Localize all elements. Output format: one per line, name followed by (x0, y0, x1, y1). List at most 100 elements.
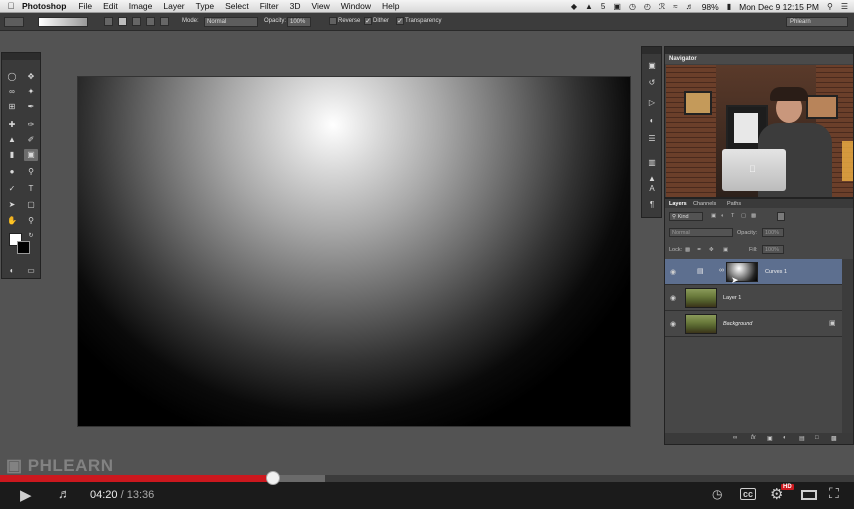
lasso-tool-icon[interactable]: ∞ (5, 86, 19, 98)
spotlight-icon[interactable]: ⚲ (827, 2, 833, 11)
tool-preset-picker[interactable] (4, 17, 24, 27)
navigator-panel-header[interactable] (665, 47, 853, 54)
actions-panel-icon[interactable]: ▷ (646, 97, 658, 109)
linear-gradient-button[interactable] (104, 17, 113, 26)
link-layers-icon[interactable]: ∞ (733, 435, 737, 441)
brush-panel-icon[interactable]: ▥ (646, 157, 658, 169)
layer-row-background[interactable]: ◉ Background ▣ (665, 311, 842, 337)
layer-name[interactable]: Layer 1 (723, 295, 741, 301)
diamond-gradient-button[interactable] (160, 17, 169, 26)
properties-panel-icon[interactable]: ☰ (646, 133, 658, 145)
wifi-icon[interactable]: ≈ (673, 2, 677, 11)
gradient-tool-icon[interactable]: ▣ (24, 149, 38, 161)
document-canvas[interactable] (77, 76, 631, 427)
hand-tool-icon[interactable]: ✋ (5, 215, 19, 227)
strip-header[interactable] (642, 47, 661, 54)
angle-gradient-button[interactable] (132, 17, 141, 26)
background-color-swatch[interactable] (17, 241, 30, 254)
layer-style-icon[interactable]: fx (751, 435, 756, 441)
blend-mode-select[interactable]: Normal (669, 228, 733, 237)
new-layer-icon[interactable]: □ (815, 435, 819, 441)
dropbox-icon[interactable]: ◆ (571, 2, 577, 11)
quick-mask-icon[interactable]: ◐ (5, 265, 19, 277)
tab-layers[interactable]: Layers (669, 201, 687, 207)
visibility-eye-icon[interactable]: ◉ (670, 268, 676, 276)
filter-kind-select[interactable]: ⚲ Kind (669, 212, 703, 221)
filter-shape-icon[interactable]: ▢ (741, 213, 746, 219)
reflected-gradient-button[interactable] (146, 17, 155, 26)
eraser-tool-icon[interactable]: ▮ (5, 149, 19, 161)
crop-tool-icon[interactable]: ⊞ (5, 101, 19, 113)
apple-menu-icon[interactable]:  (0, 1, 22, 11)
path-selection-tool-icon[interactable]: ➤ (5, 199, 19, 211)
menu-type[interactable]: Type (196, 1, 214, 11)
type-tool-icon[interactable]: T (24, 183, 38, 195)
status-badge[interactable]: 5 (601, 2, 605, 11)
menu-help[interactable]: Help (382, 1, 399, 11)
history-panel-icon[interactable]: ↺ (646, 77, 658, 89)
visibility-eye-icon[interactable]: ◉ (670, 294, 676, 302)
navigator-tab[interactable]: Navigator (665, 54, 853, 64)
dither-checkbox[interactable]: ✓ (364, 17, 372, 25)
lock-all-icon[interactable]: ▣ (723, 247, 728, 253)
character-panel-icon[interactable]: A (646, 183, 658, 195)
fullscreen-icon[interactable]: ⛶ (829, 485, 839, 502)
new-group-icon[interactable]: ▤ (799, 435, 805, 442)
clone-stamp-tool-icon[interactable]: ▲ (5, 134, 19, 146)
pen-tool-icon[interactable]: ✓ (5, 183, 19, 195)
marquee-tool-icon[interactable]: ◯ (5, 71, 19, 83)
box-icon[interactable]: ▣ (613, 2, 621, 11)
navigator-panel-icon[interactable]: ▣ (646, 60, 658, 72)
menu-edit[interactable]: Edit (103, 1, 118, 11)
delete-layer-icon[interactable]: ▩ (831, 435, 837, 442)
menu-image[interactable]: Image (129, 1, 153, 11)
layer-opacity-field[interactable]: 100% (762, 228, 784, 237)
battery-percent[interactable]: 98% (702, 2, 719, 12)
play-icon[interactable]: ▶ (20, 486, 32, 504)
fill-field[interactable]: 100% (762, 245, 784, 254)
history-brush-tool-icon[interactable]: ✐ (24, 134, 38, 146)
menubar-clock[interactable]: Mon Dec 9 12:15 PM (739, 2, 819, 12)
magic-wand-tool-icon[interactable]: ✦ (24, 86, 38, 98)
battery-icon[interactable]: ▮ (727, 2, 731, 11)
screen-mode-icon[interactable]: ▭ (24, 265, 38, 277)
mode-select[interactable]: Normal (204, 17, 258, 27)
mask-link-icon[interactable]: ∞ (719, 267, 724, 274)
volume-icon[interactable]: ♬ (686, 2, 694, 11)
captions-icon[interactable]: cc (740, 488, 757, 500)
layers-scrollbar[interactable] (842, 259, 853, 436)
lock-transparent-icon[interactable]: ▩ (685, 247, 690, 253)
move-tool-icon[interactable]: ✥ (24, 71, 38, 83)
bluetooth-icon[interactable]: ℛ (659, 2, 665, 11)
clock-icon[interactable]: ◴ (644, 2, 651, 11)
menu-filter[interactable]: Filter (260, 1, 279, 11)
swap-colors-icon[interactable]: ↻ (24, 230, 38, 242)
paragraph-panel-icon[interactable]: ¶ (646, 199, 658, 211)
layer-row-curves[interactable]: ◉ ▤ ∞ Curves 1 ➤ (665, 259, 842, 285)
layer-row-layer1[interactable]: ◉ Layer 1 (665, 285, 842, 311)
menu-view[interactable]: View (311, 1, 329, 11)
rectangle-tool-icon[interactable]: ▢ (24, 199, 38, 211)
tab-paths[interactable]: Paths (727, 201, 741, 207)
tools-panel-header[interactable] (2, 53, 40, 60)
lock-pixels-icon[interactable]: ✒ (697, 247, 702, 253)
layer-thumbnail[interactable] (685, 288, 717, 308)
menu-layer[interactable]: Layer (163, 1, 184, 11)
new-adjustment-icon[interactable]: ◐ (783, 435, 787, 441)
zoom-tool-icon[interactable]: ⚲ (24, 215, 38, 227)
menu-file[interactable]: File (78, 1, 92, 11)
blur-tool-icon[interactable]: ● (5, 166, 19, 178)
filter-pixel-icon[interactable]: ▣ (711, 213, 716, 219)
brush-tool-icon[interactable]: ✑ (24, 119, 38, 131)
radial-gradient-button[interactable] (118, 17, 127, 26)
adjustments-panel-icon[interactable]: ◐ (646, 115, 658, 127)
filter-toggle[interactable] (777, 212, 785, 221)
layer-name[interactable]: Curves 1 (765, 269, 787, 275)
watch-later-icon[interactable]: ◷ (712, 487, 722, 501)
filter-type-icon[interactable]: T (731, 213, 734, 219)
volume-icon[interactable]: ♬ (58, 486, 71, 501)
notification-icon[interactable]: ☰ (841, 2, 848, 11)
gradient-picker[interactable] (38, 17, 88, 27)
add-mask-icon[interactable]: ▣ (767, 435, 773, 442)
healing-brush-tool-icon[interactable]: ✚ (5, 119, 19, 131)
